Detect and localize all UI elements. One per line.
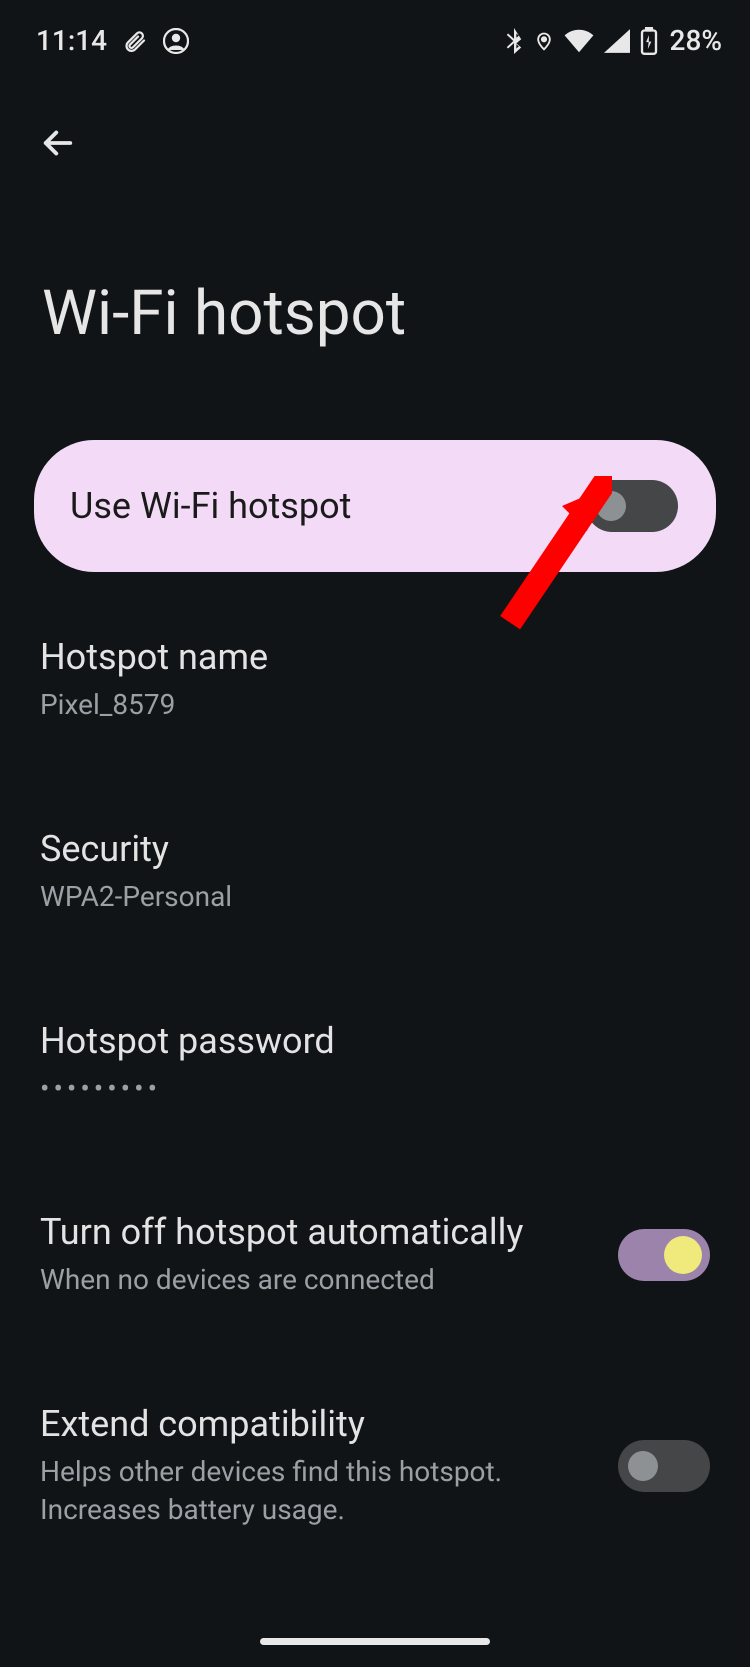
use-wifi-hotspot-toggle[interactable] bbox=[586, 480, 678, 532]
extend-compat-title: Extend compatibility bbox=[40, 1403, 594, 1445]
location-icon bbox=[534, 28, 554, 54]
toggle-thumb bbox=[596, 491, 626, 521]
use-wifi-hotspot-row[interactable]: Use Wi-Fi hotspot bbox=[34, 440, 716, 572]
status-bar: 11:14 28% bbox=[0, 0, 750, 69]
toggle-thumb bbox=[628, 1451, 658, 1481]
auto-off-title: Turn off hotspot automatically bbox=[40, 1211, 594, 1253]
back-button[interactable] bbox=[34, 119, 82, 167]
auto-off-toggle[interactable] bbox=[618, 1229, 710, 1281]
password-title: Hotspot password bbox=[40, 1020, 710, 1062]
security-title: Security bbox=[40, 828, 710, 870]
use-wifi-hotspot-label: Use Wi-Fi hotspot bbox=[70, 485, 351, 527]
avatar-circle-icon bbox=[163, 28, 189, 54]
cell-signal-icon bbox=[604, 29, 630, 53]
battery-percentage: 28% bbox=[670, 24, 722, 57]
password-value: ••••••••• bbox=[40, 1070, 710, 1108]
password-row[interactable]: Hotspot password ••••••••• bbox=[34, 992, 716, 1136]
wifi-icon bbox=[564, 29, 594, 53]
page-title: Wi-Fi hotspot bbox=[42, 277, 750, 350]
extend-compat-toggle[interactable] bbox=[618, 1440, 710, 1492]
toggle-thumb bbox=[664, 1236, 702, 1274]
security-row[interactable]: Security WPA2-Personal bbox=[34, 800, 716, 944]
hotspot-name-title: Hotspot name bbox=[40, 636, 710, 678]
auto-off-row[interactable]: Turn off hotspot automatically When no d… bbox=[34, 1183, 716, 1327]
status-time: 11:14 bbox=[36, 24, 107, 57]
bluetooth-icon bbox=[504, 28, 524, 54]
nav-bar-handle[interactable] bbox=[260, 1638, 490, 1645]
extend-compat-row[interactable]: Extend compatibility Helps other devices… bbox=[34, 1375, 716, 1557]
extend-compat-sub: Helps other devices find this hotspot. I… bbox=[40, 1453, 594, 1529]
auto-off-sub: When no devices are connected bbox=[40, 1261, 594, 1299]
arrow-left-icon bbox=[37, 122, 79, 164]
security-value: WPA2-Personal bbox=[40, 878, 710, 916]
attachment-icon bbox=[123, 28, 147, 54]
hotspot-name-value: Pixel_8579 bbox=[40, 686, 710, 724]
battery-charging-icon bbox=[640, 27, 658, 55]
hotspot-name-row[interactable]: Hotspot name Pixel_8579 bbox=[34, 608, 716, 752]
